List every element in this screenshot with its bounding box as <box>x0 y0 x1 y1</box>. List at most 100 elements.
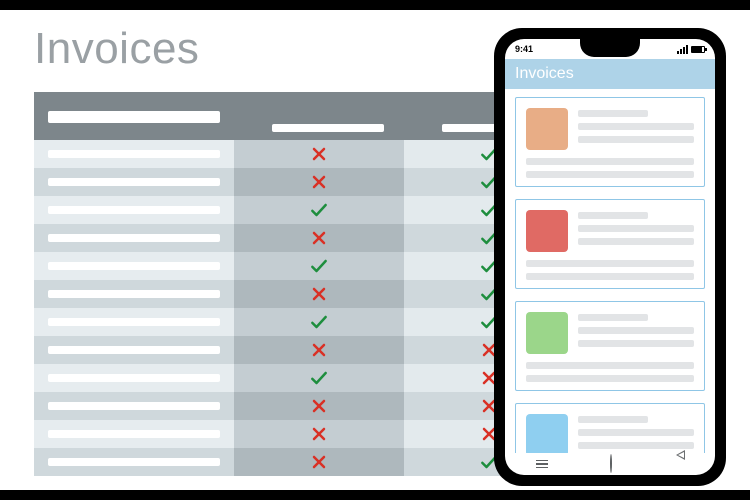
text-stub <box>526 375 694 382</box>
android-nav-bar <box>505 453 715 475</box>
header-stub <box>48 111 220 123</box>
text-stub <box>526 362 694 369</box>
card-lines <box>526 260 694 280</box>
header-stub <box>272 124 384 132</box>
status-cell <box>234 420 404 448</box>
card-thumbnail <box>526 414 568 453</box>
row-label-cell <box>34 196 234 224</box>
nav-home-icon[interactable] <box>610 455 612 473</box>
row-label-stub <box>48 262 220 270</box>
row-label-stub <box>48 458 220 466</box>
row-label-stub <box>48 234 220 242</box>
text-stub <box>526 171 694 178</box>
table-header-col-0 <box>34 92 234 140</box>
battery-icon <box>691 46 705 53</box>
card-lines <box>578 108 694 150</box>
status-time: 9:41 <box>515 44 533 54</box>
card-lines <box>526 158 694 178</box>
text-stub <box>578 110 648 117</box>
card-thumbnail <box>526 108 568 150</box>
nav-back-icon[interactable] <box>675 455 684 473</box>
card-lines <box>578 210 694 252</box>
text-stub <box>578 429 694 436</box>
row-label-stub <box>48 206 220 214</box>
cross-icon <box>309 396 329 416</box>
status-icons <box>677 45 705 54</box>
phone-notch <box>580 39 640 57</box>
row-label-cell <box>34 140 234 168</box>
text-stub <box>578 416 648 423</box>
card-lines <box>526 362 694 382</box>
check-icon <box>309 368 329 388</box>
status-cell <box>234 364 404 392</box>
text-stub <box>578 225 694 232</box>
signal-icon <box>677 45 688 54</box>
card-lines <box>578 414 694 453</box>
text-stub <box>578 314 648 321</box>
status-cell <box>234 448 404 476</box>
phone-mockup: 9:41 Invoices <box>494 28 726 486</box>
row-label-cell <box>34 448 234 476</box>
status-cell <box>234 336 404 364</box>
status-cell <box>234 308 404 336</box>
status-cell <box>234 196 404 224</box>
text-stub <box>578 340 694 347</box>
text-stub <box>578 238 694 245</box>
cross-icon <box>309 452 329 472</box>
invoice-card[interactable] <box>515 301 705 391</box>
check-icon <box>309 312 329 332</box>
phone-screen: 9:41 Invoices <box>505 39 715 475</box>
status-cell <box>234 140 404 168</box>
row-label-stub <box>48 346 220 354</box>
cross-icon <box>309 424 329 444</box>
letterbox-bottom <box>0 490 750 500</box>
text-stub <box>578 442 694 449</box>
status-cell <box>234 168 404 196</box>
row-label-stub <box>48 402 220 410</box>
invoice-card[interactable] <box>515 199 705 289</box>
text-stub <box>526 273 694 280</box>
app-title: Invoices <box>515 65 574 83</box>
card-thumbnail <box>526 210 568 252</box>
row-label-cell <box>34 420 234 448</box>
row-label-cell <box>34 392 234 420</box>
invoice-card[interactable] <box>515 403 705 453</box>
app-body <box>505 89 715 453</box>
text-stub <box>578 212 648 219</box>
cross-icon <box>309 340 329 360</box>
row-label-stub <box>48 290 220 298</box>
row-label-stub <box>48 318 220 326</box>
row-label-cell <box>34 336 234 364</box>
status-cell <box>234 392 404 420</box>
table-header-col-1 <box>234 92 404 140</box>
text-stub <box>526 260 694 267</box>
text-stub <box>526 158 694 165</box>
cross-icon <box>309 228 329 248</box>
status-cell <box>234 280 404 308</box>
text-stub <box>578 123 694 130</box>
row-label-cell <box>34 224 234 252</box>
row-label-cell <box>34 280 234 308</box>
row-label-stub <box>48 430 220 438</box>
cross-icon <box>309 284 329 304</box>
invoice-card[interactable] <box>515 97 705 187</box>
card-thumbnail <box>526 312 568 354</box>
row-label-stub <box>48 150 220 158</box>
page-title: Invoices <box>34 24 199 74</box>
row-label-stub <box>48 178 220 186</box>
letterbox-top <box>0 0 750 10</box>
row-label-cell <box>34 364 234 392</box>
row-label-cell <box>34 252 234 280</box>
cross-icon <box>309 144 329 164</box>
row-label-stub <box>48 374 220 382</box>
card-lines <box>578 312 694 354</box>
app-header: Invoices <box>505 59 715 89</box>
status-cell <box>234 252 404 280</box>
row-label-cell <box>34 168 234 196</box>
text-stub <box>578 327 694 334</box>
text-stub <box>578 136 694 143</box>
cross-icon <box>309 172 329 192</box>
nav-recents-icon[interactable] <box>536 460 548 469</box>
status-cell <box>234 224 404 252</box>
row-label-cell <box>34 308 234 336</box>
